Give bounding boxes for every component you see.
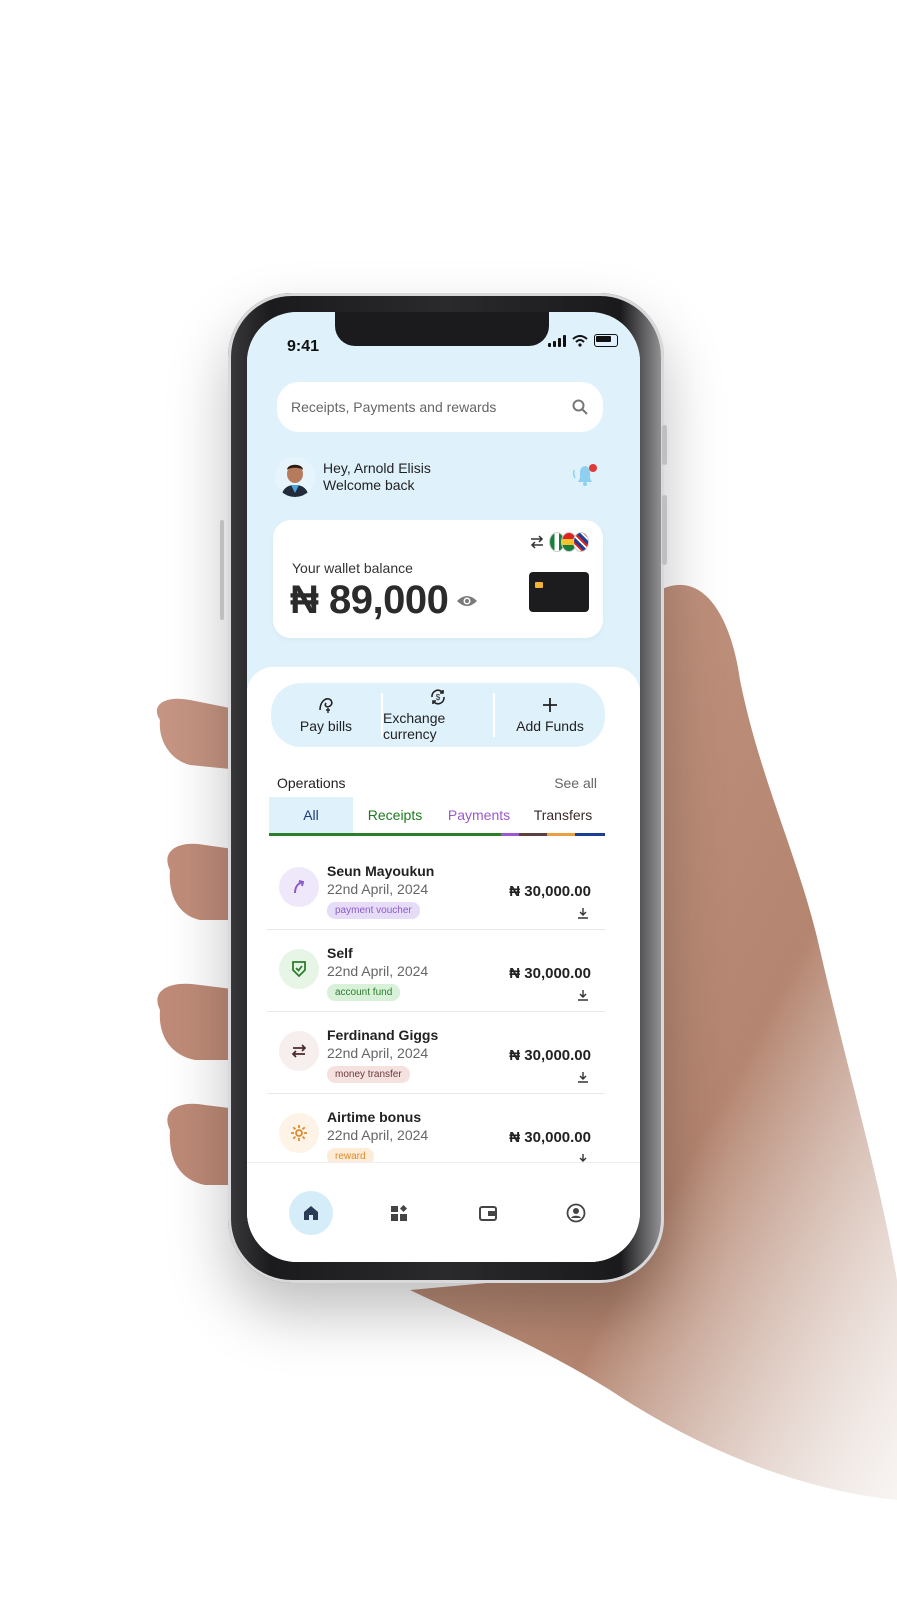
transaction-date: 22nd April, 2024	[327, 1127, 429, 1143]
transaction-badge: payment voucher	[327, 902, 420, 919]
transaction-amount: ₦ 30,000.00	[509, 1047, 591, 1064]
transaction-amount: ₦ 30,000.00	[509, 883, 591, 900]
wallet-balance-amount: ₦ 89,000	[290, 578, 449, 622]
transaction-date: 22nd April, 2024	[327, 1045, 429, 1061]
greeting: Hey, Arnold Elisis Welcome back	[275, 457, 431, 497]
battery-icon	[594, 334, 618, 347]
operations-header: Operations See all	[277, 775, 597, 791]
transaction-row[interactable]: Self 22nd April, 2024 account fund ₦ 30,…	[267, 931, 605, 1012]
volume-button	[662, 425, 667, 465]
pay-bills-button[interactable]: Pay bills	[271, 683, 381, 747]
silent-switch	[220, 520, 224, 620]
operations-title: Operations	[277, 775, 346, 791]
pay-bills-label: Pay bills	[299, 718, 353, 734]
pay-bills-icon	[319, 698, 333, 713]
swap-icon	[530, 535, 544, 549]
currency-switch[interactable]	[529, 532, 589, 552]
see-all-link[interactable]: See all	[554, 775, 597, 791]
nav-apps[interactable]	[377, 1191, 421, 1235]
operations-tabs: All Receipts Payments Transfers	[269, 797, 605, 833]
avatar-image	[275, 457, 315, 497]
arrow-up-right-icon	[279, 867, 319, 907]
transaction-badge: account fund	[327, 984, 401, 1001]
tab-transfers[interactable]: Transfers	[521, 797, 605, 833]
status-time: 9:41	[287, 338, 320, 355]
signal-icon	[548, 334, 566, 347]
greeting-subtitle: Welcome back	[323, 477, 415, 493]
bottom-navigation	[247, 1162, 640, 1262]
transaction-date: 22nd April, 2024	[327, 881, 429, 897]
shield-check-icon	[279, 949, 319, 989]
greeting-name: Hey, Arnold Elisis	[323, 460, 431, 476]
transfer-arrows-icon	[279, 1031, 319, 1071]
transaction-name: Self	[327, 945, 353, 961]
plus-icon	[543, 698, 557, 712]
quick-actions: Pay bills $ Exchange currency Add Funds	[271, 683, 605, 747]
transaction-name: Airtime bonus	[327, 1109, 422, 1125]
transaction-row[interactable]: Seun Mayoukun 22nd April, 2024 payment v…	[267, 849, 605, 930]
exchange-currency-icon: $	[431, 689, 445, 705]
wallet-balance-label: Your wallet balance	[292, 560, 413, 576]
search-input[interactable]: Receipts, Payments and rewards	[291, 399, 571, 415]
notch	[335, 312, 549, 346]
nav-wallet[interactable]	[466, 1191, 510, 1235]
avatar[interactable]	[275, 457, 315, 497]
transaction-badge: money transfer	[327, 1066, 410, 1083]
tab-payments[interactable]: Payments	[437, 797, 521, 833]
transaction-amount: ₦ 30,000.00	[509, 1129, 591, 1146]
exchange-currency-button[interactable]: $ Exchange currency	[383, 683, 493, 747]
profile-icon	[566, 1203, 586, 1222]
download-icon[interactable]	[577, 1071, 589, 1083]
card-chip-icon	[535, 582, 543, 588]
uk-flag-icon	[573, 532, 589, 552]
svg-text:$: $	[436, 693, 441, 702]
nav-profile[interactable]	[554, 1191, 598, 1235]
app-screen: 9:41 Receipts, Payments and rewards Hey,…	[247, 312, 640, 1262]
transaction-amount: ₦ 30,000.00	[509, 965, 591, 982]
gear-icon	[279, 1113, 319, 1153]
transaction-name: Ferdinand Giggs	[327, 1027, 439, 1043]
home-icon	[304, 1205, 319, 1220]
search-bar[interactable]: Receipts, Payments and rewards	[277, 382, 603, 432]
wifi-icon	[572, 334, 588, 347]
eye-icon[interactable]	[456, 593, 478, 609]
transaction-name: Seun Mayoukun	[327, 863, 435, 879]
notification-bell-icon[interactable]	[570, 460, 600, 490]
add-funds-button[interactable]: Add Funds	[495, 683, 605, 747]
tab-all[interactable]: All	[269, 797, 353, 833]
status-icons	[548, 334, 618, 347]
tabs-underline	[269, 833, 605, 836]
wallet-card[interactable]: Your wallet balance ₦ 89,000	[273, 520, 603, 638]
nav-home[interactable]	[289, 1190, 334, 1235]
transaction-row[interactable]: Ferdinand Giggs 22nd April, 2024 money t…	[267, 1013, 605, 1094]
apps-icon	[391, 1204, 408, 1221]
wallet-icon	[478, 1205, 497, 1221]
debit-card-thumbnail[interactable]	[529, 572, 589, 612]
download-icon[interactable]	[577, 907, 589, 919]
download-icon[interactable]	[577, 989, 589, 1001]
exchange-currency-label: Exchange currency	[383, 710, 446, 742]
add-funds-label: Add Funds	[516, 718, 584, 734]
tab-receipts[interactable]: Receipts	[353, 797, 437, 833]
search-icon[interactable]	[571, 398, 589, 416]
transaction-date: 22nd April, 2024	[327, 963, 429, 979]
power-button	[662, 495, 667, 565]
